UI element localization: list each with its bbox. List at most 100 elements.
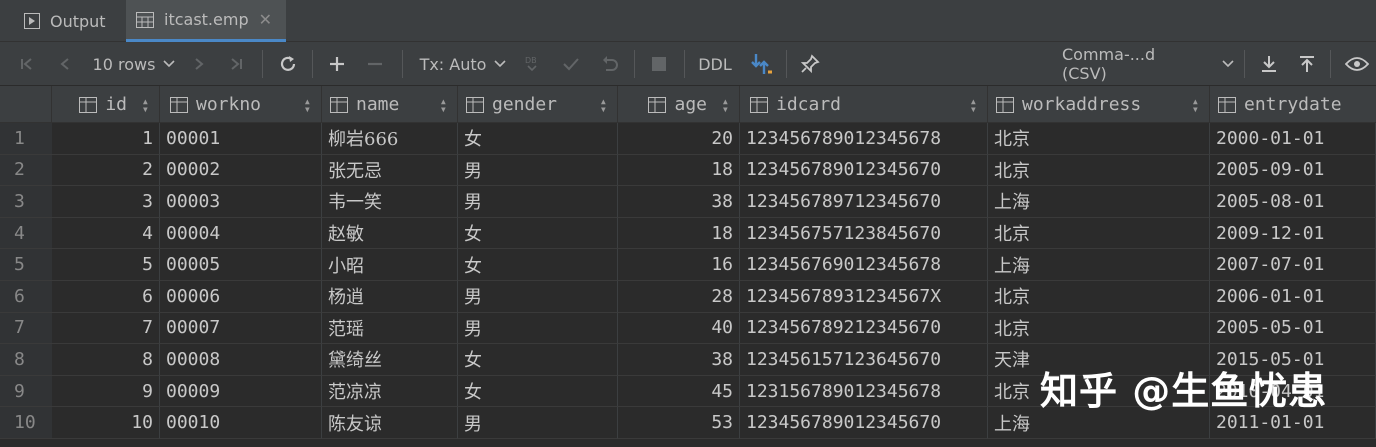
cell-idcard[interactable]: 123456789012345678 [740,123,988,155]
cell-age[interactable]: 38 [618,344,740,376]
cell-entrydate[interactable]: 2009-12-01 [1210,217,1376,250]
cell-id[interactable]: 5 [52,249,160,281]
next-page-icon[interactable] [186,42,212,86]
cell-idcard[interactable]: 123456789212345670 [740,312,988,345]
row-number[interactable]: 1 [0,123,52,155]
rollback-icon[interactable] [596,42,624,86]
cell-gender[interactable]: 男 [458,186,618,218]
cell-idcard[interactable]: 123456157123645670 [740,344,988,376]
table-row[interactable]: 1 1 00001 柳岩666 女 20 123456789012345678 北京 2000-… [0,123,1376,155]
cell-gender[interactable]: 女 [458,249,618,281]
table-row[interactable]: 7 7 00007 范瑶男 40 123456789212345670 北京 2005-05-… [0,312,1376,345]
cell-entrydate[interactable]: 2005-08-01 [1210,186,1376,218]
cell-idcard[interactable]: 123456789012345670 [740,154,988,187]
cell-name[interactable]: 范凉凉 [322,375,458,408]
cell-age[interactable]: 18 [618,217,740,250]
cell-workno[interactable]: 00001 [160,123,322,155]
cell-age[interactable]: 16 [618,249,740,281]
first-page-icon[interactable] [14,42,40,86]
cell-name[interactable]: 赵敏 [322,217,458,250]
cell-entrydate[interactable]: 2005-09-01 [1210,154,1376,187]
cell-workno[interactable]: 00004 [160,217,322,250]
previous-page-icon[interactable] [52,42,78,86]
last-page-icon[interactable] [222,42,250,86]
column-header-name[interactable]: name ▴ ▾ [322,86,458,123]
table-row[interactable]: 3 3 00003 韦一笑男 38 123456789712345670 上海 2005-08… [0,186,1376,218]
cell-entrydate[interactable]: 2007-07-01 [1210,249,1376,281]
column-header-age[interactable]: age ▴ ▾ [618,86,740,123]
export-format-dropdown[interactable]: Comma-...d (CSV) [1062,42,1234,86]
cell-name[interactable]: 张无忌 [322,154,458,187]
cell-id[interactable]: 10 [52,407,160,439]
cell-workaddress[interactable]: 北京 [988,123,1210,155]
cell-workno[interactable]: 00006 [160,281,322,313]
cell-id[interactable]: 2 [52,154,160,187]
close-icon[interactable]: ✕ [259,10,272,29]
cell-gender[interactable]: 男 [458,281,618,313]
download-icon[interactable] [1256,42,1282,86]
cell-gender[interactable]: 女 [458,375,618,408]
table-row[interactable]: 5 5 00005 小昭女 16 123456769012345678 上海 2007-07-… [0,249,1376,281]
row-number[interactable]: 8 [0,344,52,376]
cell-age[interactable]: 53 [618,407,740,439]
cell-workno[interactable]: 00009 [160,375,322,408]
tab-output[interactable]: Output [24,0,106,42]
sort-icon[interactable]: ▴ ▾ [142,95,149,115]
stop-icon[interactable] [646,42,672,86]
view-options-icon[interactable] [1340,42,1374,86]
cell-workno[interactable]: 00005 [160,249,322,281]
cell-id[interactable]: 8 [52,344,160,376]
cell-id[interactable]: 9 [52,375,160,408]
cell-age[interactable]: 18 [618,154,740,187]
row-number[interactable]: 2 [0,154,52,187]
cell-name[interactable]: 小昭 [322,249,458,281]
tab-itcast-emp[interactable]: itcast.emp ✕ [126,0,286,42]
column-header-id[interactable]: id ▴ ▾ [52,86,160,123]
column-header-workno[interactable]: workno ▴ ▾ [160,86,322,123]
sort-icon[interactable]: ▴ ▾ [722,95,729,115]
cell-idcard[interactable]: 123456769012345678 [740,249,988,281]
cell-id[interactable]: 6 [52,281,160,313]
cell-idcard[interactable]: 123156789012345678 [740,375,988,408]
table-row[interactable]: 6 6 00006 杨逍男 28 12345678931234567X 北京 2006-01-… [0,281,1376,313]
row-number[interactable]: 10 [0,407,52,439]
cell-gender[interactable]: 男 [458,154,618,187]
sort-icon[interactable]: ▴ ▾ [1192,95,1199,115]
cell-id[interactable]: 3 [52,186,160,218]
upload-icon[interactable] [1294,42,1320,86]
column-header-gender[interactable]: gender ▴ ▾ [458,86,618,123]
cell-gender[interactable]: 男 [458,312,618,345]
cell-workno[interactable]: 00007 [160,312,322,345]
cell-workaddress[interactable]: 北京 [988,281,1210,313]
row-number[interactable]: 3 [0,186,52,218]
cell-age[interactable]: 40 [618,312,740,345]
cell-gender[interactable]: 女 [458,217,618,250]
cell-workno[interactable]: 00003 [160,186,322,218]
cell-workaddress[interactable]: 上海 [988,186,1210,218]
database-commit-icon[interactable]: DB [520,42,544,86]
row-number[interactable]: 4 [0,217,52,250]
compare-icon[interactable] [744,42,778,86]
cell-gender[interactable]: 女 [458,123,618,155]
cell-idcard[interactable]: 123456757123845670 [740,217,988,250]
cell-name[interactable]: 范瑶 [322,312,458,345]
row-number[interactable]: 9 [0,375,52,408]
cell-idcard[interactable]: 12345678931234567X [740,281,988,313]
table-row[interactable]: 4 4 00004 赵敏女 18 123456757123845670 北京 2009-12-… [0,217,1376,250]
cell-idcard[interactable]: 123456789012345670 [740,407,988,439]
sort-icon[interactable]: ▴ ▾ [304,95,311,115]
cell-workno[interactable]: 00002 [160,154,322,187]
cell-age[interactable]: 38 [618,186,740,218]
cell-age[interactable]: 45 [618,375,740,408]
column-header-idcard[interactable]: idcard ▴ ▾ [740,86,988,123]
sort-icon[interactable]: ▴ ▾ [440,95,447,115]
sort-icon[interactable]: ▴ ▾ [600,95,607,115]
row-number[interactable]: 7 [0,312,52,345]
cell-id[interactable]: 4 [52,217,160,250]
column-header-workaddress[interactable]: workaddress ▴ ▾ [988,86,1210,123]
cell-workaddress[interactable]: 北京 [988,217,1210,250]
row-number[interactable]: 6 [0,281,52,313]
cell-workaddress[interactable]: 北京 [988,312,1210,345]
cell-name[interactable]: 韦一笑 [322,186,458,218]
check-icon[interactable] [558,42,584,86]
